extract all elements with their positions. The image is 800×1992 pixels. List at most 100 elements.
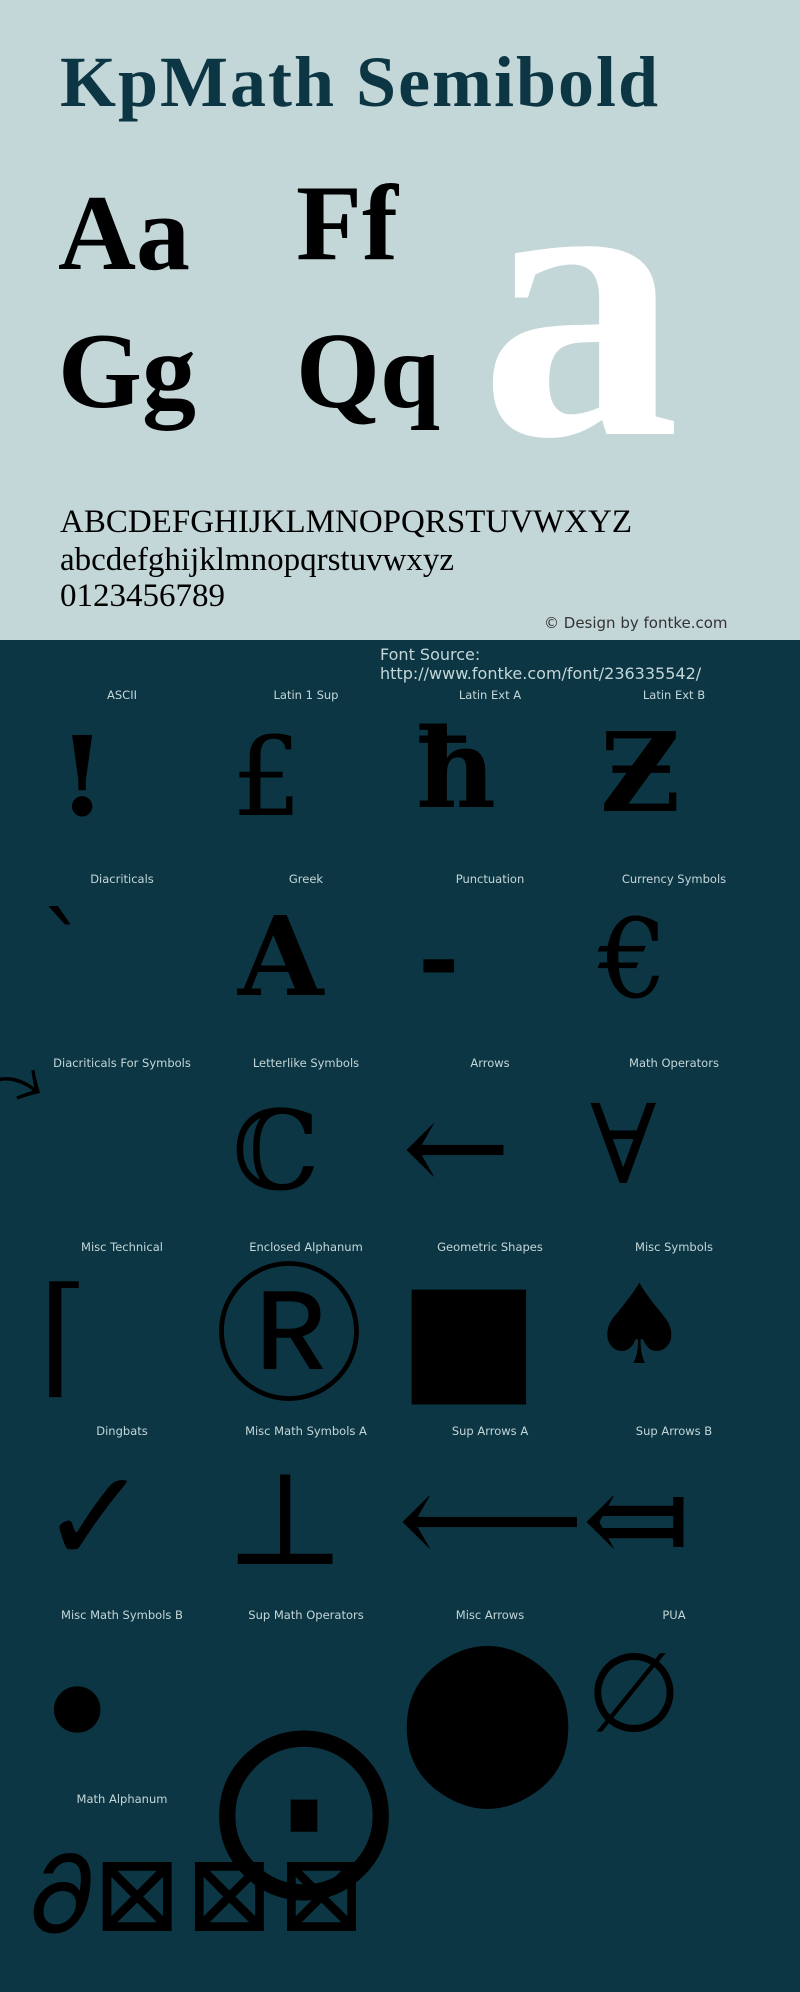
glyph-area: 𝜕⊠⊠⊠ — [30, 1818, 368, 1968]
glyph-block: Arrows ← — [398, 1056, 582, 1240]
glyph-area: ⟵ — [398, 1443, 585, 1600]
block-label: Math Operators — [629, 1056, 719, 1070]
block-glyph: ⤆ — [582, 1443, 691, 1595]
glyph-block: Enclosed Alphanum Ⓡ — [214, 1240, 398, 1424]
design-credit: © Design by fontke.com — [544, 614, 728, 632]
glyph-area: £ — [214, 714, 398, 864]
block-label: Latin Ext B — [642, 688, 706, 702]
block-glyph: ← — [402, 1071, 511, 1223]
glyph-block: Diacriticals ˋ — [30, 872, 214, 1056]
block-label: Sup Math Operators — [248, 1608, 364, 1622]
glyph-area: ← — [398, 1082, 582, 1232]
block-label: Sup Arrows A — [451, 1424, 529, 1438]
font-source-link[interactable]: Font Source: http://www.fontke.com/font/… — [380, 645, 800, 683]
block-glyph: ħ — [416, 704, 496, 833]
glyph-block: Misc Arrows ⬤ — [398, 1608, 582, 1807]
block-glyph: ⬤ — [398, 1620, 578, 1807]
glyph-area: Ƶ — [582, 714, 766, 864]
glyph-area: Ⓡ — [214, 1262, 398, 1416]
glyph-area: ∅ — [582, 1634, 766, 1784]
block-glyph: ⟵ — [398, 1443, 585, 1595]
block-label: PUA — [662, 1608, 686, 1622]
glyph-area: ■ — [398, 1260, 582, 1416]
glyph-block: Misc Symbols ♠ — [582, 1240, 766, 1424]
uppercase-sample: ABCDEFGHIJKLMNOPQRSTUVWXYZ — [60, 504, 633, 540]
glyph-area: ⃕ — [30, 1082, 214, 1232]
block-label: Arrows — [470, 1056, 510, 1070]
block-label: Dingbats — [96, 1424, 148, 1438]
block-glyph: ∀ — [590, 1081, 657, 1209]
block-label: Math Alphanum — [76, 1792, 168, 1806]
block-glyph: Α — [238, 892, 324, 1021]
block-glyph: 𝜕⊠⊠⊠ — [30, 1829, 368, 1957]
glyph-block: Geometric Shapes ■ — [398, 1240, 582, 1424]
glyph-area: Α — [214, 898, 398, 1048]
glyph-block: Sup Arrows B ⤆ — [582, 1424, 766, 1608]
glyph-area: ⨀ — [214, 1634, 398, 1894]
block-label: Sup Arrows B — [635, 1424, 713, 1438]
block-glyph: ! — [58, 712, 107, 841]
sample-pair-qq: Qq — [296, 312, 441, 431]
block-glyph: ‐ — [418, 899, 460, 1017]
glyph-area: € — [582, 898, 766, 1048]
glyph-area: ⤆ — [582, 1450, 766, 1600]
sample-pair-aa: Aa — [58, 174, 190, 293]
glyph-area: ✓ — [30, 1450, 214, 1600]
glyph-area: ħ — [398, 714, 582, 864]
glyph-block: Diacriticals For Symbols⃕ — [30, 1056, 214, 1240]
glyph-block: Latin 1 Sup £ — [214, 688, 398, 872]
glyph-block: Currency Symbols € — [582, 872, 766, 1056]
block-glyph: ♠ — [590, 1261, 689, 1389]
glyph-block: Sup Math Operators ⨀ — [214, 1608, 398, 1894]
glyph-block: Greek Α — [214, 872, 398, 1056]
sample-pair-gg: Gg — [58, 312, 197, 431]
block-glyph: ℂ — [232, 1087, 320, 1215]
block-label: Currency Symbols — [621, 872, 727, 886]
block-glyph: ∅ — [586, 1629, 682, 1757]
glyph-block: Math Operators ∀ — [582, 1056, 766, 1240]
glyph-block: Latin Ext A ħ — [398, 688, 582, 872]
block-glyph: £ — [232, 713, 302, 841]
glyph-area: ∀ — [582, 1082, 766, 1232]
glyph-area: ‐ — [398, 898, 582, 1048]
block-glyph: ■ — [398, 1248, 540, 1422]
glyph-block: Misc Technical ⌈ — [30, 1240, 214, 1424]
sample-pair-ff: Ff — [296, 164, 398, 283]
glyph-area: ♠ — [582, 1266, 766, 1416]
glyph-block: Latin Ext B Ƶ — [582, 688, 766, 872]
block-glyph: • — [30, 1620, 125, 1807]
glyph-block: Letterlike Symbols ℂ — [214, 1056, 398, 1240]
glyph-block: Misc Math Symbols A ⊥ — [214, 1424, 398, 1608]
glyph-block: Misc Math Symbols B • — [30, 1608, 214, 1794]
glyph-block: Dingbats ✓ — [30, 1424, 214, 1608]
digits-sample: 0123456789 — [60, 578, 225, 614]
glyph-area: ℂ — [214, 1082, 398, 1232]
glyph-area: ⊥ — [214, 1450, 398, 1600]
block-glyph: ⊥ — [224, 1443, 347, 1595]
glyph-block: PUA ∅ — [582, 1608, 766, 1792]
block-label: Latin Ext A — [458, 688, 522, 702]
header-panel: KpMath Semibold Aa Ff Gg Qq a ABCDEFGHIJ… — [0, 0, 800, 640]
block-label: Letterlike Symbols — [252, 1056, 360, 1070]
block-glyph: € — [598, 895, 668, 1023]
glyph-area: ˋ — [30, 898, 214, 1048]
lowercase-sample: abcdefghijklmnopqrstuvwxyz — [60, 542, 455, 578]
block-label: Greek — [288, 872, 324, 886]
block-label: Misc Math Symbols A — [245, 1424, 367, 1438]
glyph-area: ⌈ — [30, 1266, 214, 1416]
block-glyph: ✓ — [40, 1441, 149, 1593]
glyph-block: Punctuation ‐ — [398, 872, 582, 1056]
block-glyph: ˋ — [40, 893, 90, 1010]
block-glyph: Ⓡ — [214, 1250, 365, 1424]
glyph-block: ASCII! — [30, 688, 214, 872]
glyph-block: Math Alphanum 𝜕⊠⊠⊠ — [30, 1792, 368, 1976]
block-label: Misc Technical — [81, 1240, 163, 1254]
glyph-area: ! — [30, 714, 214, 864]
block-label: Latin 1 Sup — [273, 688, 339, 702]
block-label: Diacriticals For Symbols — [53, 1056, 191, 1070]
block-glyph: Ƶ — [600, 708, 681, 837]
block-label: Punctuation — [455, 872, 525, 886]
block-glyph: ⌈ — [38, 1259, 89, 1411]
block-label: Diacriticals — [90, 872, 154, 886]
glyph-area: • — [30, 1634, 214, 1794]
